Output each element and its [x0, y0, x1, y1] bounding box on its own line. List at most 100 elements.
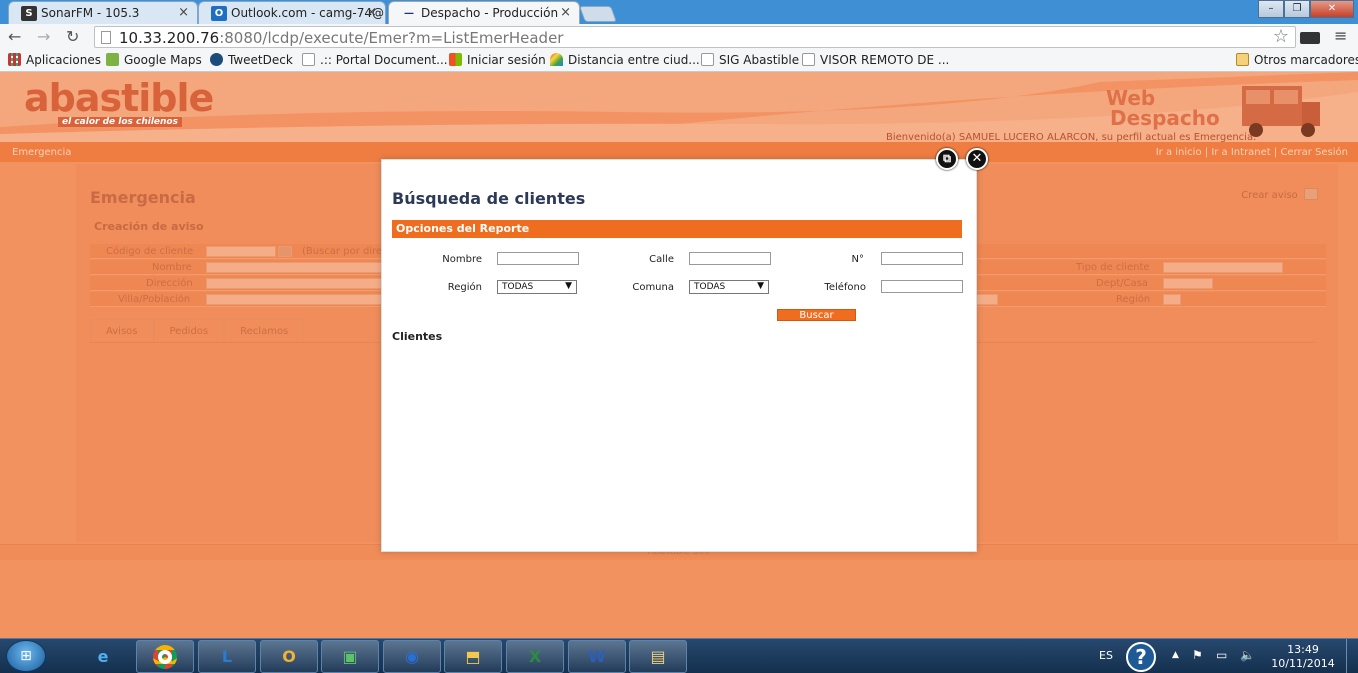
tab-despacho[interactable]: — Despacho - Producción × [388, 1, 580, 24]
lync-icon[interactable]: L [198, 640, 256, 673]
bookmark-label: Distancia entre ciud... [568, 53, 700, 67]
clock-time: 13:49 [1287, 643, 1319, 656]
tab-reclamos[interactable]: Reclamos [224, 319, 305, 343]
rainbow-icon [550, 53, 563, 66]
tab-label: Despacho - Producción [421, 6, 559, 20]
menu-icon[interactable]: ≡ [1334, 26, 1347, 45]
language-indicator[interactable]: ES [1099, 649, 1113, 662]
new-tab-button[interactable] [579, 6, 617, 22]
calle-input[interactable] [689, 252, 771, 265]
network-icon[interactable]: ▭ [1216, 648, 1227, 662]
calle-label: Calle [649, 254, 674, 265]
bookmark-distancia[interactable]: Distancia entre ciud... [550, 53, 700, 67]
globe-icon[interactable]: ◉ [383, 640, 441, 673]
back-icon[interactable]: ← [8, 27, 21, 46]
maximize-button[interactable]: ❐ [1284, 0, 1310, 18]
link-ir-a-intranet[interactable]: Ir a Intranet [1211, 147, 1270, 158]
bookmark-star-icon[interactable]: ☆ [1273, 26, 1289, 47]
add-aviso-icon [1304, 188, 1318, 200]
outlook-favicon-icon: O [211, 6, 227, 21]
tab-pedidos[interactable]: Pedidos [153, 319, 225, 343]
site-links: Ir a inicio | Ir a Intranet | Cerrar Ses… [1155, 147, 1348, 158]
link-ir-a-inicio[interactable]: Ir a inicio [1156, 147, 1202, 158]
region-select-value: TODAS [502, 282, 534, 292]
minimize-button[interactable]: – [1258, 0, 1284, 18]
link-cerrar-sesion[interactable]: Cerrar Sesión [1280, 147, 1348, 158]
word-icon[interactable]: W [568, 640, 626, 673]
bookmark-iniciar-sesion[interactable]: Iniciar sesión [449, 53, 546, 67]
nombre-input[interactable] [497, 252, 579, 265]
chrome-icon[interactable] [136, 640, 194, 673]
comuna-label: Comuna [632, 282, 674, 293]
buscar-button[interactable]: Buscar [777, 309, 856, 321]
tab-avisos[interactable]: Avisos [90, 319, 154, 343]
show-hidden-icons-icon[interactable]: ▲ [1172, 650, 1179, 660]
extension-icon[interactable] [1300, 32, 1320, 44]
close-icon[interactable]: ✕ [966, 148, 988, 170]
window-controls: – ❐ ✕ [1258, 0, 1354, 18]
help-icon[interactable]: ? [1126, 642, 1156, 672]
region-select[interactable]: TODAS ▼ [497, 280, 577, 294]
excel-icon[interactable]: X [506, 640, 564, 673]
nombre-label: Nombre [442, 254, 482, 265]
numero-label: N° [851, 254, 864, 265]
bookmark-sig-abastible[interactable]: SIG Abastible [701, 53, 799, 67]
bookmark-visor-remoto[interactable]: VISOR REMOTO DE ... [802, 53, 949, 67]
app-icon[interactable]: ▣ [321, 640, 379, 673]
dept-casa-label: Dept/Casa [1096, 278, 1148, 289]
busqueda-clientes-dialog: ⧉ ✕ Búsqueda de clientes Opciones del Re… [381, 148, 988, 552]
search-codigo-icon[interactable] [278, 246, 292, 257]
show-desktop-button[interactable] [1346, 639, 1358, 673]
tipo-cliente-label: Tipo de cliente [1076, 262, 1150, 273]
logo-despacho-text: Despacho [1110, 106, 1220, 130]
menu-emergencia[interactable]: Emergencia [12, 147, 71, 158]
address-bar[interactable]: 10.33.200.76:8080/lcdp/execute/Emer?m=Li… [94, 26, 1296, 48]
page-tabs: Avisos Pedidos Reclamos [90, 319, 305, 343]
bookmark-label: VISOR REMOTO DE ... [820, 53, 950, 67]
clock[interactable]: 13:49 10/11/2014 [1270, 643, 1336, 671]
despacho-favicon-icon: — [404, 8, 414, 19]
apps-grid-icon [8, 53, 21, 66]
crear-aviso-link[interactable]: Crear aviso [1241, 188, 1318, 201]
forward-icon[interactable]: → [37, 27, 50, 46]
codigo-input[interactable] [206, 246, 276, 257]
telefono-input[interactable] [881, 280, 963, 293]
section-title: Creación de aviso [94, 220, 204, 233]
comuna-select[interactable]: TODAS ▼ [689, 280, 769, 294]
outlook-icon[interactable]: O [260, 640, 318, 673]
bookmark-aplicaciones[interactable]: Aplicaciones [8, 53, 101, 67]
nombre-field [206, 262, 382, 273]
region-field [1163, 294, 1181, 305]
restore-icon[interactable]: ⧉ [936, 148, 958, 170]
explorer-icon[interactable]: ▤ [629, 640, 687, 673]
bookmark-otros-marcadores[interactable]: Otros marcadores [1236, 53, 1358, 67]
ie-icon[interactable]: e [74, 640, 132, 673]
page-icon [101, 31, 111, 44]
page-icon [701, 53, 714, 66]
tab-sonarfm[interactable]: S SonarFM - 105.3 × [8, 1, 198, 24]
volume-icon[interactable]: 🔈 [1240, 648, 1255, 662]
url-host: 10.33.200.76 [119, 29, 220, 47]
windows-icon [449, 53, 462, 66]
start-button[interactable]: ⊞ [6, 640, 46, 672]
url-path: :8080/lcdp/execute/Emer?m=ListEmerHeader [219, 29, 564, 47]
numero-input[interactable] [881, 252, 963, 265]
bookmark-google-maps[interactable]: Google Maps [106, 53, 202, 67]
tab-close-icon[interactable]: × [178, 5, 189, 20]
reload-icon[interactable]: ↻ [66, 27, 79, 46]
tab-close-icon[interactable]: × [560, 5, 571, 20]
tab-close-icon[interactable]: × [366, 5, 377, 20]
bookmark-portal-document[interactable]: .:: Portal Document... [302, 53, 448, 67]
page-icon [302, 53, 315, 66]
abastible-logo: abastible [24, 76, 214, 120]
chrome-logo [153, 645, 177, 669]
clock-date: 10/11/2014 [1271, 657, 1335, 670]
bookmark-tweetdeck[interactable]: TweetDeck [210, 53, 293, 67]
tab-outlook[interactable]: O Outlook.com - camg-74@ × [198, 1, 386, 24]
web-despacho-logo: Web Despacho [1106, 88, 1220, 128]
close-window-button[interactable]: ✕ [1310, 0, 1354, 18]
action-center-icon[interactable]: ⚑ [1192, 648, 1203, 662]
page-title: Emergencia [90, 188, 196, 207]
folder-tool-icon[interactable]: ⬒ [444, 640, 502, 673]
sonarfm-favicon-icon: S [21, 6, 37, 21]
